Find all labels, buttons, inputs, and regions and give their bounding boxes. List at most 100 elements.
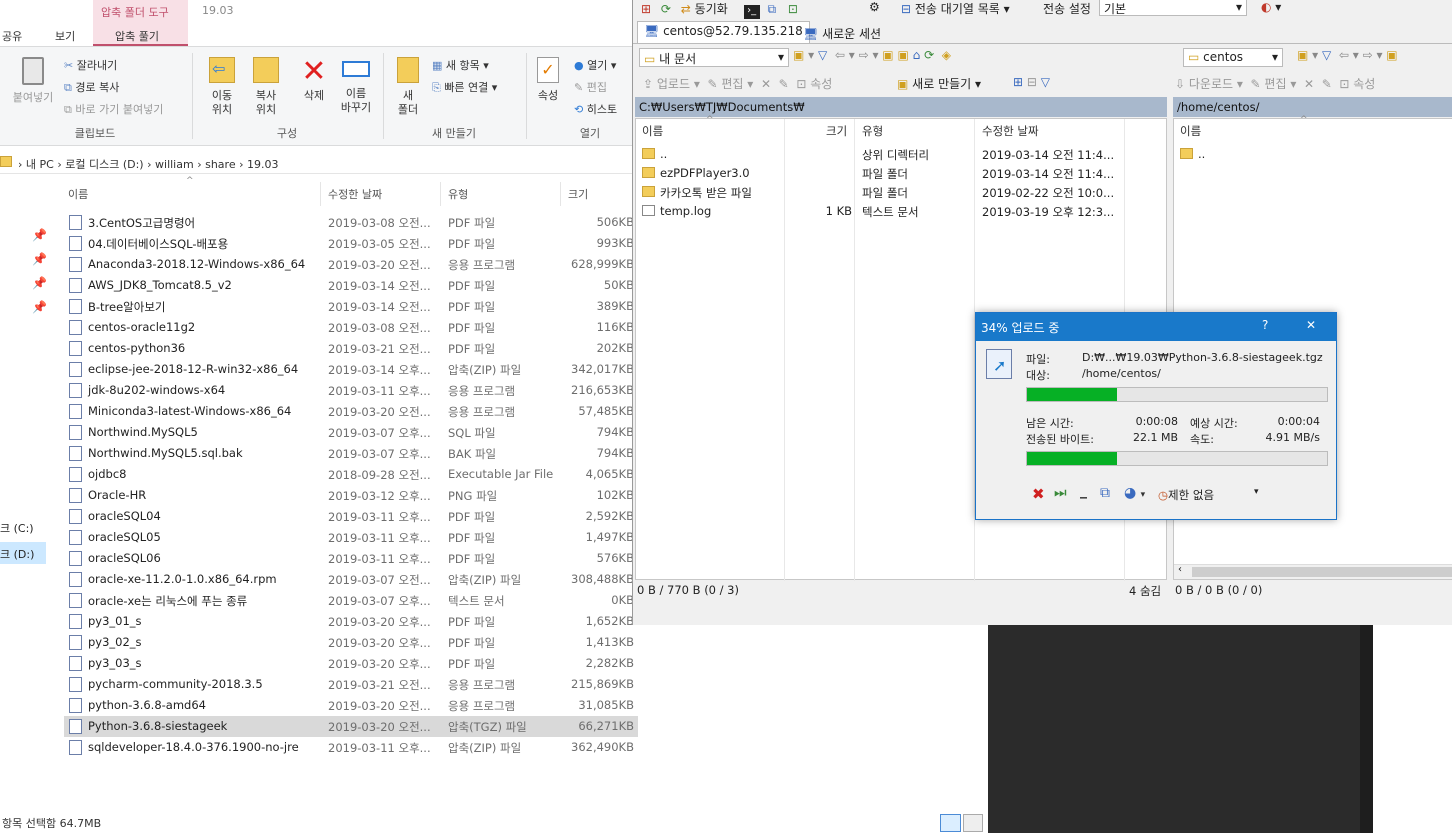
local-file-row[interactable]: temp.log 1 KB 텍스트 문서 2019-03-19 오후 12:3... — [642, 202, 1162, 221]
skip-icon[interactable]: ⏭ — [1054, 485, 1067, 501]
select-icons[interactable]: ⊞ ⊟ ▽ — [1013, 75, 1050, 89]
new-button[interactable]: ▣ 새로 만들기 ▾ — [897, 75, 981, 92]
easy-access-button[interactable]: ⎘ 빠른 연결 ▾ — [432, 79, 497, 95]
nav-drive-d[interactable]: 크 (D:) — [0, 542, 46, 564]
local-file-row[interactable]: .. 상위 디렉터리 2019-03-14 오전 11:4... — [642, 145, 1162, 164]
file-row[interactable]: 3.CentOS고급명령어 2019-03-08 오전... PDF 파일 506KB — [64, 212, 638, 233]
edit-button[interactable]: ✎ 편집 ▾ — [1251, 77, 1297, 91]
web-icon[interactable]: ◐ ▾ — [1261, 0, 1281, 14]
transfer-settings-icon[interactable]: ◕ ▾ — [1124, 485, 1145, 501]
chevron-down-icon[interactable]: ▾ — [1254, 487, 1259, 497]
close-button[interactable]: ✕ — [1306, 318, 1316, 332]
file-row[interactable]: py3_03_s 2019-03-20 오후... PDF 파일 2,282KB — [64, 653, 638, 674]
sync-icon[interactable]: ⇄ — [681, 2, 691, 16]
file-row[interactable]: oracle-xe는 리눅스에 푸는 종류 2019-03-07 오후... 텍스트… — [64, 590, 638, 611]
local-file-row[interactable]: ezPDFPlayer3.0 파일 폴더 2019-03-14 오전 11:4... — [642, 164, 1162, 183]
properties-button[interactable]: ⊡ 속성 — [796, 77, 832, 91]
local-nav-icons[interactable]: ▣ ▾ ▽ ⇦ ▾ ⇨ ▾ ▣ ▣ ⌂ ⟳ ◈ — [793, 48, 951, 62]
remote-file-row[interactable]: .. — [1180, 145, 1440, 164]
breadcrumb-item[interactable]: william — [155, 158, 194, 171]
remote-location-select[interactable]: ▭ centos ▾ — [1183, 48, 1283, 67]
breadcrumb-item[interactable]: share — [205, 158, 236, 171]
file-row[interactable]: ojdbc8 2018-09-28 오전... Executable Jar Fil… — [64, 464, 638, 485]
edit-button[interactable]: ✎ 편집 ▾ — [707, 77, 753, 91]
file-row[interactable]: Anaconda3-2018.12-Windows-x86_64 2019-03-… — [64, 254, 638, 275]
tab-share[interactable]: 공유 — [2, 28, 22, 44]
file-row[interactable]: oracleSQL06 2019-03-11 오후... PDF 파일 576KB — [64, 548, 638, 569]
file-row[interactable]: Miniconda3-latest-Windows-x86_64 2019-03-… — [64, 401, 638, 422]
cancel-x-icon[interactable]: ✖ — [1032, 485, 1045, 503]
queue-icon[interactable]: ⧉ — [1100, 485, 1110, 501]
properties-button[interactable]: ⊡ 속성 — [1339, 77, 1375, 91]
edit-button[interactable]: ✎ 편집 — [574, 79, 607, 95]
file-row[interactable]: py3_02_s 2019-03-20 오후... PDF 파일 1,413KB — [64, 632, 638, 653]
minimize-icon[interactable]: _ — [1080, 483, 1087, 499]
paste-shortcut-button[interactable]: ⧉ 바로 가기 붙여넣기 — [64, 101, 163, 117]
file-row[interactable]: Oracle-HR 2019-03-12 오후... PNG 파일 102KB — [64, 485, 638, 506]
cut-button[interactable]: ✂ 잘라내기 — [64, 57, 117, 73]
file-row[interactable]: B-tree알아보기 2019-03-14 오전... PDF 파일 389KB — [64, 296, 638, 317]
file-row[interactable]: centos-oracle11g2 2019-03-08 오전... PDF 파일 1… — [64, 317, 638, 338]
nav-drive-c[interactable]: 크 (C:) — [0, 520, 34, 536]
file-row[interactable]: oracleSQL04 2019-03-11 오후... PDF 파일 2,592KB — [64, 506, 638, 527]
transfer-settings-select[interactable]: 기본 ▾ — [1099, 0, 1247, 16]
rename-icon[interactable]: ✎ — [779, 77, 789, 91]
session-tab[interactable]: 🖥 centos@52.79.135.218 — [637, 21, 810, 43]
breadcrumb-item[interactable]: 로컬 디스크 (D:) — [65, 158, 143, 171]
file-row[interactable]: AWS_JDK8_Tomcat8.5_v2 2019-03-14 오전... PDF… — [64, 275, 638, 296]
column-type[interactable]: 유형 — [448, 186, 468, 202]
local-location-select[interactable]: ▭ 내 문서 ▾ — [639, 48, 789, 67]
rename-icon[interactable]: ✎ — [1322, 77, 1332, 91]
paste-button[interactable]: 붙여넣기 — [8, 57, 58, 105]
column-date[interactable]: 수정한 날짜 — [328, 186, 382, 202]
local-col-size[interactable]: 크기 — [826, 123, 847, 139]
file-row[interactable]: pycharm-community-2018.3.5 2019-03-21 오전.… — [64, 674, 638, 695]
speed-limit-select[interactable]: ◷제한 없음 — [1158, 487, 1214, 503]
delete-icon[interactable]: ✕ — [761, 77, 771, 91]
copy-path-button[interactable]: ⧉ 경로 복사 — [64, 79, 119, 95]
local-col-name[interactable]: 이름 — [642, 123, 663, 139]
compare-icon[interactable]: ⊞ — [641, 2, 651, 16]
local-file-row[interactable]: 카카오톡 받은 파일 파일 폴더 2019-02-22 오전 10:0... — [642, 183, 1162, 202]
remote-col-name[interactable]: 이름 — [1180, 123, 1201, 139]
column-name[interactable]: 이름 — [68, 186, 88, 202]
breadcrumb-item[interactable]: 19.03 — [247, 158, 279, 171]
file-row[interactable]: eclipse-jee-2018-12-R-win32-x86_64 2019-0… — [64, 359, 638, 380]
tab-extract[interactable]: 압축 풀기 — [115, 28, 159, 44]
file-row[interactable]: python-3.6.8-amd64 2019-03-20 오전... 응용 프로그… — [64, 695, 638, 716]
local-col-date[interactable]: 수정한 날짜 — [982, 123, 1039, 139]
details-view-icon[interactable] — [940, 814, 961, 832]
find-icon[interactable]: ⊡ — [788, 2, 798, 16]
putty-icon[interactable]: ⧉ — [767, 2, 776, 16]
file-row[interactable]: jdk-8u202-windows-x64 2019-03-11 오후... 응용 … — [64, 380, 638, 401]
file-row[interactable]: centos-python36 2019-03-21 오전... PDF 파일 202… — [64, 338, 638, 359]
file-row[interactable]: sqldeveloper-18.4.0-376.1900-no-jre 2019-… — [64, 737, 638, 758]
help-button[interactable]: ? — [1262, 318, 1268, 332]
address-bar[interactable]: › 내 PC › 로컬 디스크 (D:) › william › share ›… — [0, 152, 640, 174]
upload-button[interactable]: ⇪ 업로드 ▾ — [643, 77, 700, 91]
breadcrumb-item[interactable]: 내 PC — [26, 158, 54, 171]
terminal-icon[interactable]: ›_ — [743, 5, 760, 19]
thumbnail-view-icon[interactable] — [963, 814, 983, 832]
sync-button[interactable]: 동기화 — [695, 2, 728, 16]
scroll-left-icon[interactable]: ‹ — [1178, 564, 1182, 575]
remote-nav-icons[interactable]: ▣ ▾ ▽ ⇦ ▾ ⇨ ▾ ▣ — [1297, 48, 1398, 62]
open-button[interactable]: ● 열기 ▾ — [574, 57, 616, 73]
horizontal-scrollbar[interactable]: ‹ — [1174, 564, 1452, 579]
column-size[interactable]: 크기 — [568, 186, 588, 202]
queue-button[interactable]: ⊟ 전송 대기열 목록 ▾ — [901, 0, 1010, 17]
delete-button[interactable]: ✕ 삭제 — [292, 57, 336, 103]
new-folder-button[interactable]: 새 폴더 — [390, 57, 426, 117]
refresh-icon[interactable]: ⟳ — [661, 2, 671, 16]
new-item-button[interactable]: ▦ 새 항목 ▾ — [432, 57, 489, 73]
delete-icon[interactable]: ✕ — [1304, 77, 1314, 91]
file-row[interactable]: Northwind.MySQL5 2019-03-07 오후... SQL 파일 79… — [64, 422, 638, 443]
file-row[interactable]: 04.데이터베이스SQL-배포용 2019-03-05 오전... PDF 파일 99… — [64, 233, 638, 254]
tab-view[interactable]: 보기 — [55, 28, 75, 44]
download-button[interactable]: ⇩ 다운로드 ▾ — [1175, 77, 1243, 91]
file-row[interactable]: oracleSQL05 2019-03-11 오후... PDF 파일 1,497KB — [64, 527, 638, 548]
file-row[interactable]: Northwind.MySQL5.sql.bak 2019-03-07 오후...… — [64, 443, 638, 464]
move-to-button[interactable]: ⇦ 이동 위치 — [200, 57, 244, 117]
file-row[interactable]: py3_01_s 2019-03-20 오후... PDF 파일 1,652KB — [64, 611, 638, 632]
local-col-type[interactable]: 유형 — [862, 123, 883, 139]
